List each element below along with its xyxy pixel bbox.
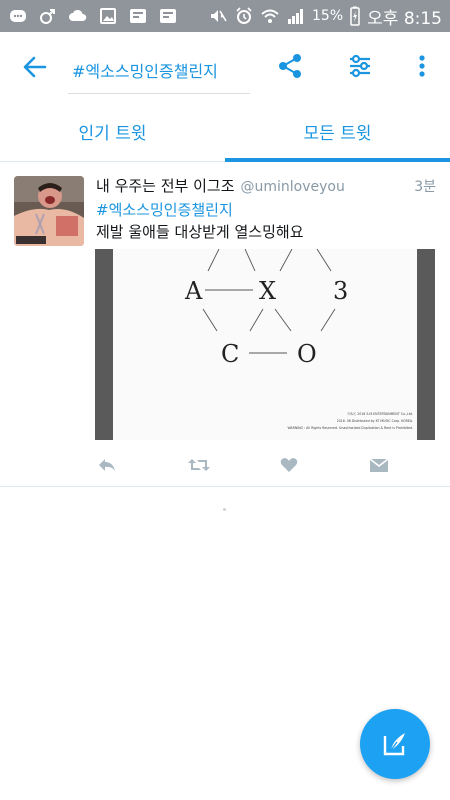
share-icon — [279, 54, 301, 78]
tweet-header: 내 우주는 전부 이그조 @uminloveyou 3분 — [96, 175, 436, 196]
back-button[interactable] — [0, 32, 70, 102]
media-letter-x: X — [259, 277, 276, 305]
share-button[interactable] — [274, 50, 306, 82]
like-button[interactable] — [277, 453, 301, 477]
heart-icon — [280, 458, 298, 472]
tweet-media-image[interactable]: A X 3 C O ⓟ&ⓒ 2016 S.M.ENTERTAINMENT Co.… — [95, 249, 435, 440]
arrow-left-icon — [23, 56, 47, 78]
mute-icon — [208, 6, 228, 26]
search-query-text: #엑소스밍인증챌린지 — [72, 61, 218, 81]
media-letter-a: A — [184, 277, 203, 305]
sliders-icon — [350, 54, 370, 78]
compose-icon — [383, 733, 405, 756]
more-vertical-icon — [419, 55, 425, 77]
direct-message-button[interactable] — [367, 453, 391, 477]
envelope-icon — [369, 458, 389, 472]
status-bar: 15% 오후 8:15 — [0, 0, 450, 32]
media-letter-o: O — [297, 340, 317, 368]
media-fineprint-3: WARNING : All Rights Reserved. Unauthori… — [287, 426, 413, 430]
alarm-icon — [234, 6, 254, 26]
battery-percent: 15% — [312, 8, 344, 24]
app-notification-icon — [158, 6, 178, 26]
male-symbol-icon — [38, 6, 58, 26]
signal-icon — [286, 6, 306, 26]
tab-all-tweets[interactable]: 모든 트윗 — [225, 102, 450, 162]
retweet-button[interactable] — [187, 453, 211, 477]
tweet-text: 제발 울애들 대상받게 열스밍해요 — [96, 223, 304, 241]
search-field[interactable]: #엑소스밍인증챌린지 — [68, 46, 250, 94]
author-name[interactable]: 내 우주는 전부 이그조 — [96, 175, 235, 196]
filter-button[interactable] — [344, 50, 376, 82]
search-toolbar: #엑소스밍인증챌린지 — [0, 32, 450, 102]
media-letter-c: C — [221, 340, 239, 368]
tweet-actions — [95, 453, 395, 477]
battery-charging-icon — [349, 6, 361, 26]
status-clock: 오후 8:15 — [367, 8, 442, 29]
author-handle[interactable]: @uminloveyou — [241, 179, 345, 195]
messages-icon — [8, 6, 28, 26]
tab-bar: 인기 트윗 모든 트윗 — [0, 102, 450, 162]
retweet-icon — [188, 459, 210, 471]
loading-indicator — [223, 508, 226, 511]
avatar[interactable] — [14, 176, 84, 246]
image-icon — [98, 6, 118, 26]
tab-top-tweets[interactable]: 인기 트윗 — [0, 102, 225, 161]
media-letter-3: 3 — [333, 277, 348, 305]
tweet-hashtag-link[interactable]: #엑소스밍인증챌린지 — [96, 199, 233, 220]
app-notification-icon — [128, 6, 148, 26]
media-fineprint-1: ⓟ&ⓒ 2016 S.M.ENTERTAINMENT Co.,Ltd. — [347, 411, 413, 416]
wifi-icon — [260, 6, 280, 26]
tweet-card[interactable]: 내 우주는 전부 이그조 @uminloveyou 3분 #엑소스밍인증챌린지 … — [0, 163, 450, 487]
cloud-icon — [68, 6, 88, 26]
overflow-menu-button[interactable] — [406, 50, 438, 82]
media-fineprint-2: 2016. 06 Distributed by KT MUSIC Corp. K… — [337, 419, 413, 423]
compose-tweet-button[interactable] — [360, 709, 430, 779]
reply-icon — [99, 459, 115, 471]
reply-button[interactable] — [95, 453, 119, 477]
tweet-timestamp: 3분 — [414, 179, 436, 195]
